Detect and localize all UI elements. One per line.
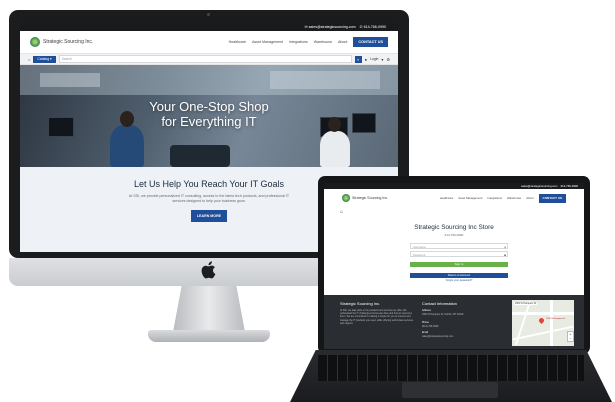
user-icon: ● xyxy=(504,245,506,249)
laptop-nav-asset-management[interactable]: Asset Management xyxy=(458,196,482,200)
apple-logo-icon xyxy=(201,261,216,279)
map-pin-label: 2550 N Hampton Dr xyxy=(546,318,566,320)
cart-icon[interactable]: ▾ xyxy=(381,57,383,62)
laptop-ssi-logo-icon[interactable] xyxy=(342,194,350,202)
laptop-keyboard xyxy=(318,355,584,381)
map-pin-icon[interactable] xyxy=(537,316,546,325)
learn-more-button[interactable]: LEARN MORE xyxy=(191,210,227,222)
map-zoom-icon[interactable]: + − xyxy=(567,331,574,342)
nav-healthcare[interactable]: Healthcare xyxy=(229,40,246,44)
imac-stand-neck xyxy=(173,286,245,332)
search-input[interactable]: Search xyxy=(58,55,352,63)
email-link[interactable]: ✉ sales@strategicsourcing.com xyxy=(305,25,356,29)
footer-address-label: Address xyxy=(422,309,431,312)
footer-contact-heading: Contact Information xyxy=(422,301,457,306)
store-phone: 614-766-0990 xyxy=(444,233,464,237)
laptop-email-link[interactable]: sales@strategicsourcing.com xyxy=(521,184,558,188)
laptop-logo-text[interactable]: Strategic Sourcing Inc. xyxy=(352,196,388,200)
hero-title-line1: Your One-Stop Shop xyxy=(149,99,269,114)
username-placeholder: Username xyxy=(413,245,426,249)
nav-about[interactable]: About xyxy=(338,40,347,44)
contact-us-button[interactable]: CONTACT US xyxy=(353,37,388,47)
gear-icon[interactable]: ⚙ xyxy=(386,57,390,62)
nav-integrations[interactable]: Integrations xyxy=(289,40,308,44)
laptop-nav-healthcare[interactable]: Healthcare xyxy=(440,196,454,200)
laptop-nav-integrations[interactable]: Integrations xyxy=(487,196,502,200)
footer-email-text[interactable]: sales@strategicsourcing.com xyxy=(422,335,453,338)
store-title: Strategic Sourcing Inc Store xyxy=(414,224,494,231)
hero-title: Your One-Stop Shop for Everything IT xyxy=(20,99,398,129)
site-footer: Strategic Sourcing Inc. At SSI, we take … xyxy=(324,295,584,349)
home-icon[interactable]: ⌂ xyxy=(28,57,30,62)
catalog-dropdown[interactable]: Catalog ▾ xyxy=(33,55,56,63)
footer-map[interactable]: 2550 N Hampton Dr 2550 N Hampton Dr + − xyxy=(512,300,574,346)
goals-text: At SSI, we provide personalized IT consu… xyxy=(128,194,290,203)
password-input[interactable]: Password ■ xyxy=(410,251,508,257)
laptop-main-nav: Strategic Sourcing Inc. Healthcare Asset… xyxy=(324,189,584,207)
laptop-phone-link[interactable]: 614-766-0990 xyxy=(561,184,578,188)
phone-link[interactable]: ✆ 614-766-0990 xyxy=(360,25,386,29)
contact-strip: ✉ sales@strategicsourcing.com ✆ 614-766-… xyxy=(20,23,398,31)
laptop-trackpad xyxy=(402,382,498,398)
laptop-nav-about[interactable]: About xyxy=(526,196,533,200)
laptop-nav-warehouse[interactable]: Warehouse xyxy=(507,196,521,200)
laptop-screen: sales@strategicsourcing.com 614-766-0990… xyxy=(324,183,584,349)
forgot-password-link[interactable]: Forgot your password? xyxy=(410,279,508,282)
footer-phone-label: Phone xyxy=(422,321,429,324)
footer-email-label: Email xyxy=(422,331,428,334)
hero-title-line2: for Everything IT xyxy=(161,114,257,129)
main-nav: Strategic Sourcing Inc. Healthcare Asset… xyxy=(20,31,398,53)
password-placeholder: Password xyxy=(413,253,426,257)
username-input[interactable]: Username ● xyxy=(410,243,508,249)
user-icon[interactable]: ● xyxy=(365,57,367,62)
logo-text[interactable]: Strategic Sourcing Inc. xyxy=(43,39,93,45)
imac-stand-foot xyxy=(148,330,270,342)
laptop-contact-us-button[interactable]: CONTACT US xyxy=(538,193,566,203)
search-bar: ⌂ Catalog ▾ Search ⌕ ● Login ▾ ⚙ xyxy=(20,53,398,65)
map-address-label: 2550 N Hampton Dr xyxy=(514,302,538,305)
footer-address-text: 2550 N Hampton Dr, Dublin, OH 43016 xyxy=(422,313,464,316)
laptop-home-icon[interactable]: ⌂ xyxy=(340,209,343,215)
lock-icon: ■ xyxy=(504,253,506,257)
nav-warehouse[interactable]: Warehouse xyxy=(314,40,332,44)
login-link[interactable]: Login xyxy=(370,57,378,61)
imac-camera xyxy=(207,13,210,16)
footer-company-heading: Strategic Sourcing Inc. xyxy=(340,301,381,306)
nav-asset-management[interactable]: Asset Management xyxy=(252,40,283,44)
sign-in-button[interactable]: Sign In xyxy=(410,262,508,267)
footer-phone-text[interactable]: (614) 766-0990 xyxy=(422,325,438,328)
footer-company-text: At SSI, we take pride in the products an… xyxy=(340,309,414,325)
return-to-account-button[interactable]: Return to Account xyxy=(410,273,508,278)
hero-banner: Your One-Stop Shop for Everything IT xyxy=(20,65,398,167)
search-icon[interactable]: ⌕ xyxy=(354,55,362,63)
ssi-logo-icon[interactable] xyxy=(30,37,40,47)
